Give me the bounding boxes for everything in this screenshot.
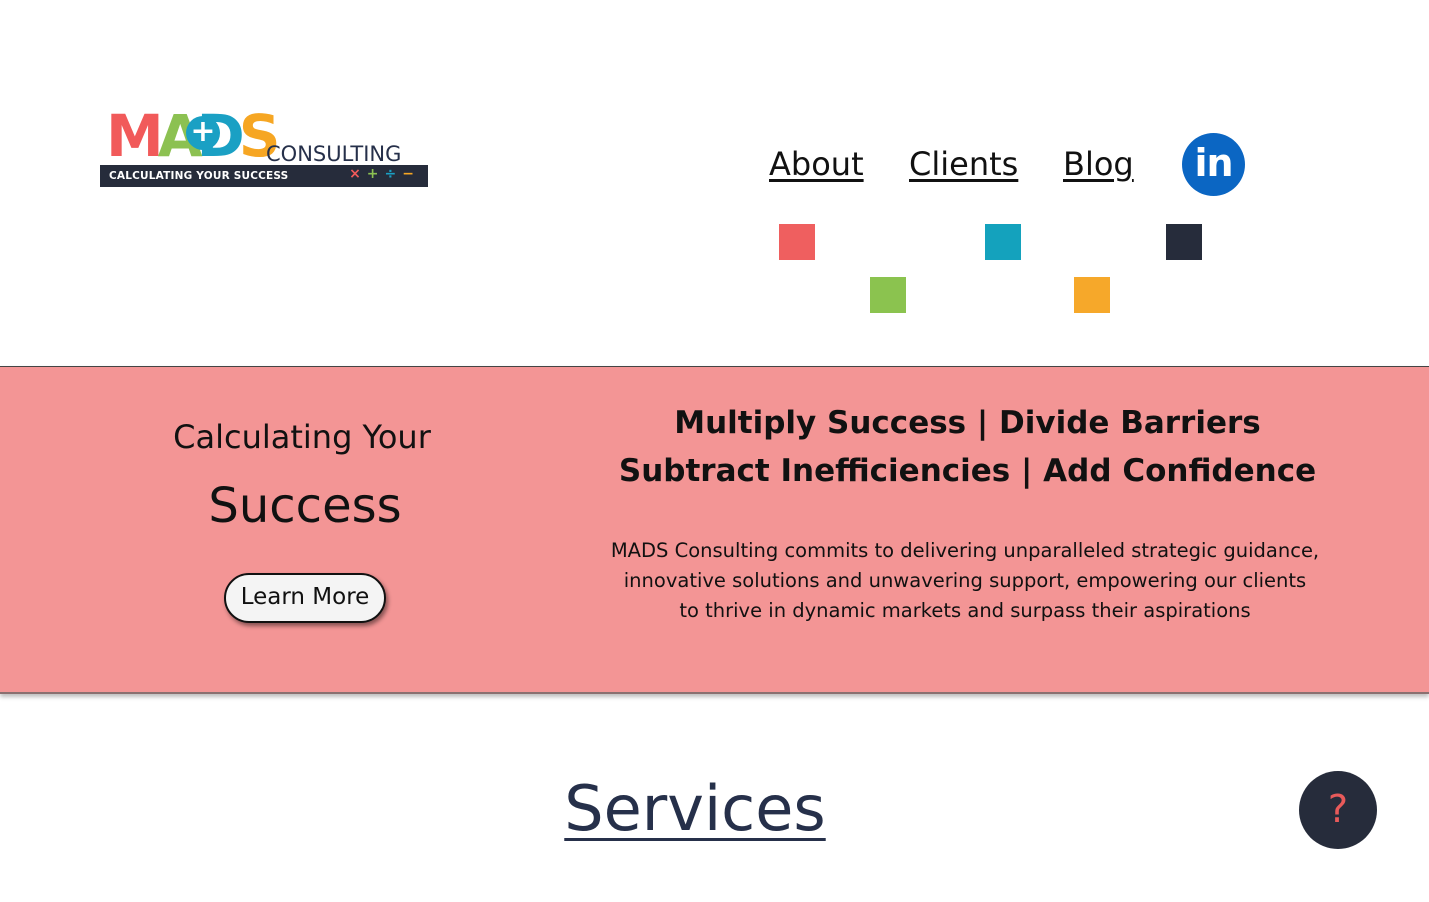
decorative-square-navy [1166,224,1202,260]
logo-tagline: CALCULATING YOUR SUCCESS [109,170,289,182]
hero-description: MADS Consulting commits to delivering un… [590,536,1340,626]
divide-symbol: ÷ [384,166,403,182]
logo-letter-m: M [106,102,164,170]
question-mark-icon: ? [1327,787,1349,831]
decorative-square-red [779,224,815,260]
multiply-symbol: × [349,166,367,182]
minus-symbol: − [402,166,420,182]
services-heading[interactable]: Services [520,772,870,845]
learn-more-button[interactable]: Learn More [224,573,386,623]
hero-headline-line-1: Multiply Success | Divide Barriers [674,405,1261,441]
logo[interactable]: M A D S + CONSULTING CALCULATING YOUR SU… [100,102,430,188]
logo-tagline-bar: CALCULATING YOUR SUCCESS ×+÷− [100,165,428,187]
decorative-square-teal [985,224,1021,260]
logo-consulting-text: CONSULTING [266,142,402,166]
hero-description-line-1: MADS Consulting commits to delivering un… [610,539,1320,562]
decorative-square-green [870,277,906,313]
help-button[interactable]: ? [1299,771,1377,849]
hero-headline-line-2: Subtract Inefficiencies | Add Confidence [618,453,1317,489]
decorative-square-orange [1074,277,1110,313]
hero-subtitle: Calculating Your [173,418,431,456]
logo-plus-badge: + [186,116,220,150]
nav-about-link[interactable]: About [769,145,864,183]
logo-math-operators: ×+÷− [349,166,420,182]
hero-description-line-3: to thrive in dynamic markets and surpass… [679,599,1251,622]
hero-title: Success [208,478,402,534]
nav-clients-link[interactable]: Clients [909,145,1018,183]
hero-description-line-2: innovative solutions and unwavering supp… [623,569,1307,592]
linkedin-icon: in [1194,141,1233,185]
plus-symbol: + [366,166,385,182]
nav-blog-link[interactable]: Blog [1063,145,1134,183]
linkedin-button[interactable]: in [1182,133,1245,196]
